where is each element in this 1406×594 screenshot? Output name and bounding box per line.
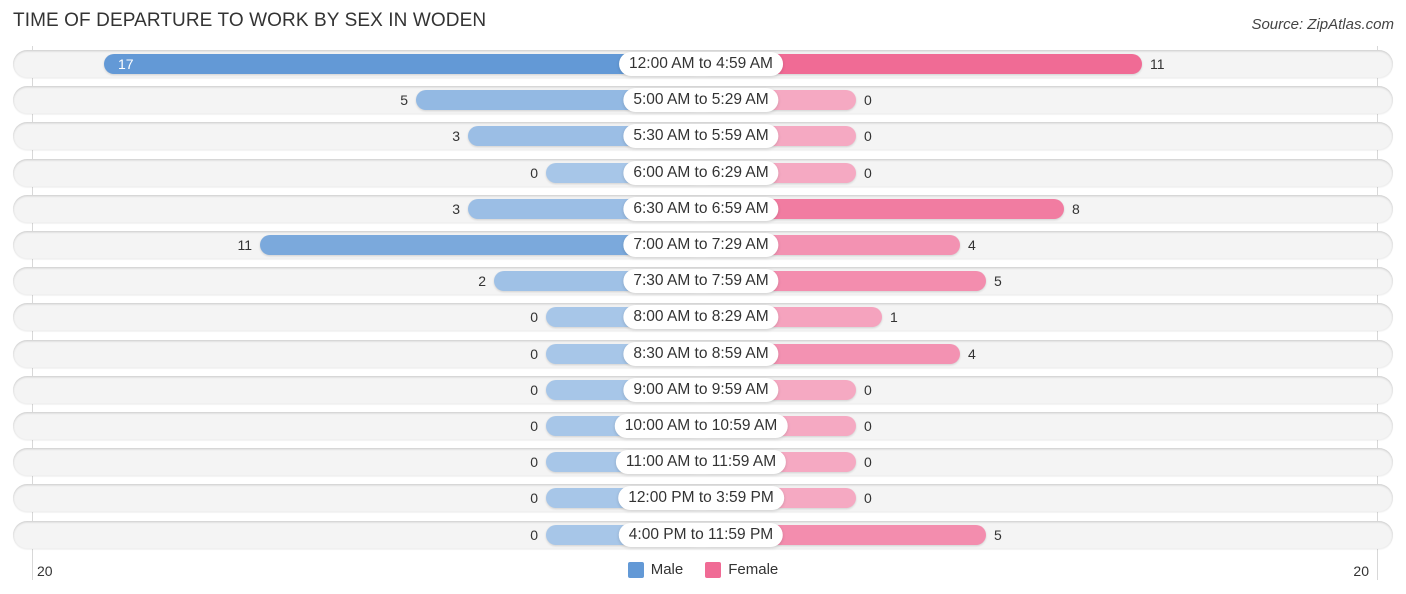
value-label-male: 17	[118, 56, 134, 72]
value-label-male: 0	[530, 164, 538, 181]
legend-swatch-female	[705, 561, 722, 578]
category-label: 12:00 AM to 4:59 AM	[619, 52, 783, 76]
category-label: 7:00 AM to 7:29 AM	[623, 233, 779, 257]
category-label: 9:00 AM to 9:59 AM	[623, 377, 779, 402]
bar-male	[104, 54, 701, 74]
value-label-male: 2	[478, 273, 486, 290]
value-label-female: 0	[864, 418, 872, 434]
legend-item-male: Male	[627, 561, 684, 578]
category-label: 5:30 AM to 5:59 AM	[623, 124, 779, 149]
category-label: 11:00 AM to 11:59 AM	[615, 450, 787, 475]
category-label: 5:00 AM to 5:29 AM	[623, 88, 779, 113]
value-label-male: 0	[530, 526, 538, 543]
value-label-male: 0	[530, 418, 538, 434]
category-label: 6:30 AM to 6:59 AM	[623, 196, 779, 221]
legend-label-female: Female	[728, 561, 779, 578]
category-label: 7:30 AM to 7:59 AM	[623, 269, 779, 294]
value-label-female: 0	[864, 128, 872, 145]
category-label: 6:00 AM to 6:29 AM	[623, 160, 779, 185]
value-label-female: 4	[968, 345, 976, 362]
category-label: 12:00 PM to 3:59 PM	[618, 486, 784, 511]
value-label-female: 0	[864, 490, 872, 507]
value-label-male: 3	[452, 200, 460, 217]
legend-swatch-male	[627, 561, 644, 578]
chart-title: TIME OF DEPARTURE TO WORK BY SEX IN WODE…	[13, 10, 487, 31]
legend-item-female: Female	[705, 561, 778, 578]
category-label: 4:00 PM to 11:59 PM	[618, 522, 784, 547]
value-label-female: 5	[994, 526, 1002, 543]
category-label: 10:00 AM to 10:59 AM	[614, 414, 788, 438]
value-label-female: 5	[994, 273, 1002, 290]
source-attribution: Source: ZipAtlas.com	[1251, 16, 1394, 33]
value-label-male: 0	[530, 345, 538, 362]
value-label-female: 11	[1150, 56, 1165, 72]
value-label-male: 0	[530, 490, 538, 507]
value-label-male: 3	[452, 128, 460, 145]
value-label-male: 0	[530, 454, 538, 471]
value-label-female: 0	[864, 92, 872, 109]
value-label-male: 0	[530, 309, 538, 326]
value-label-female: 0	[864, 381, 872, 398]
value-label-female: 0	[864, 454, 872, 471]
value-label-female: 0	[864, 164, 872, 181]
category-label: 8:30 AM to 8:59 AM	[623, 341, 779, 366]
legend-label-male: Male	[650, 561, 684, 578]
value-label-male: 0	[530, 381, 538, 398]
category-label: 8:00 AM to 8:29 AM	[623, 305, 779, 330]
value-label-female: 1	[890, 309, 898, 326]
value-label-male: 11	[237, 237, 252, 253]
legend: Male Female	[0, 561, 1406, 578]
value-label-male: 5	[400, 92, 408, 109]
value-label-female: 8	[1072, 200, 1080, 217]
value-label-female: 4	[968, 237, 976, 253]
